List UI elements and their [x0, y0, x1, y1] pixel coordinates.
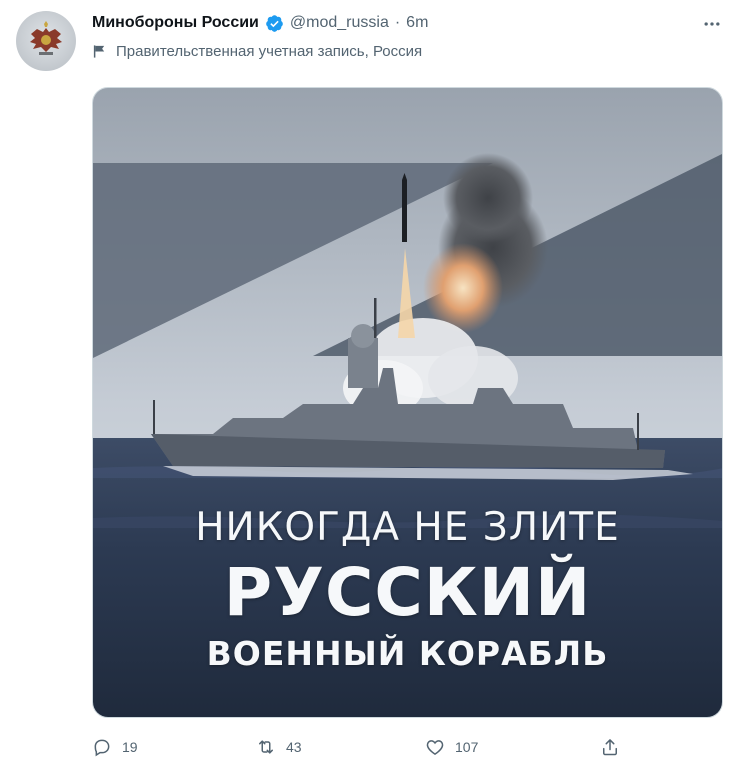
flag-icon — [92, 44, 108, 60]
separator-dot: · — [394, 14, 401, 31]
account-label: Правительственная учетная запись, Россия — [92, 43, 422, 60]
share-button[interactable] — [600, 733, 620, 761]
author-handle[interactable]: @mod_russia — [290, 13, 389, 33]
tweet-header: Минобороны России @mod_russia · 6m — [92, 13, 712, 33]
image-caption-line1: НИКОГДА НЕ ЗЛИТЕ — [195, 505, 620, 550]
account-label-text[interactable]: Правительственная учетная запись, Россия — [116, 43, 422, 60]
image-caption-line3: ВОЕННЫЙ КОРАБЛЬ — [206, 634, 609, 673]
eagle-emblem-icon — [30, 21, 62, 55]
display-name[interactable]: Минобороны России — [92, 13, 259, 33]
tweet-actions: 19 43 107 — [92, 733, 742, 761]
tweet-image[interactable]: НИКОГДА НЕ ЗЛИТЕ РУССКИЙ ВОЕННЫЙ КОРАБЛЬ — [92, 87, 723, 718]
retweet-button[interactable]: 43 — [256, 733, 302, 761]
retweet-count: 43 — [286, 739, 302, 755]
more-options-icon[interactable] — [700, 12, 724, 36]
reply-count: 19 — [122, 739, 138, 755]
share-icon — [603, 739, 617, 756]
image-caption-line2: РУССКИЙ — [223, 554, 592, 631]
like-button[interactable]: 107 — [425, 733, 478, 761]
verified-badge-icon — [265, 14, 284, 33]
retweet-icon — [259, 740, 273, 754]
reply-button[interactable]: 19 — [92, 733, 138, 761]
avatar[interactable] — [16, 11, 76, 71]
tweet[interactable]: Минобороны России @mod_russia · 6m Прави… — [0, 0, 742, 769]
heart-icon — [426, 740, 444, 755]
reply-icon — [94, 739, 110, 757]
like-count: 107 — [455, 739, 479, 755]
timestamp[interactable]: 6m — [406, 13, 428, 33]
